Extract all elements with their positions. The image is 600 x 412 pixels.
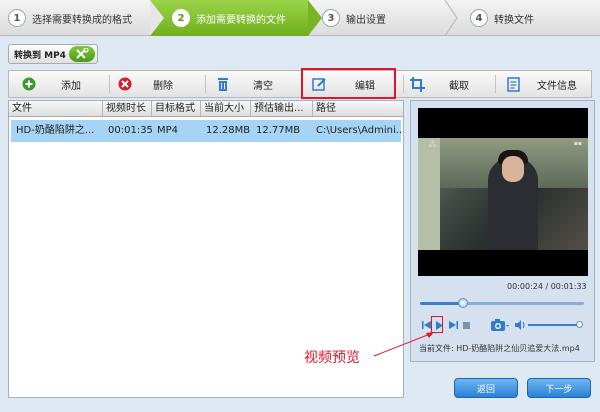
video-screen[interactable]: ⁂ ▪▪ <box>418 108 588 276</box>
video-frame <box>418 138 588 250</box>
step-2-label: 添加需要转换的文件 <box>196 14 286 26</box>
clear-button[interactable]: 清空 <box>215 71 295 97</box>
seek-handle[interactable] <box>457 298 468 308</box>
current-file-label: 当前文件: HD-奶酪陷阱之仙贝追爱大法.mp4 <box>419 344 580 353</box>
clear-label: 清空 <box>253 80 273 92</box>
cell-target-format: MP4 <box>157 125 179 136</box>
cell-duration: 00:01:35 <box>108 125 153 136</box>
step-3[interactable]: 3 输出设置 <box>322 0 442 36</box>
step-chevron-icon <box>150 0 164 36</box>
volume-slider[interactable] <box>528 324 578 326</box>
cell-path: C:\Users\Admini... <box>316 125 401 136</box>
edit-highlight-annotation <box>301 68 396 99</box>
toolbar-divider <box>495 75 496 93</box>
channel-logo: ▪▪ <box>573 140 582 147</box>
volume-handle[interactable] <box>576 321 583 328</box>
column-header-target-format[interactable]: 目标格式 <box>152 101 201 117</box>
column-header-file[interactable]: 文件 <box>9 101 103 117</box>
column-header-duration[interactable]: 视频时长 <box>103 101 152 117</box>
stop-icon[interactable] <box>460 317 472 333</box>
delete-label: 删除 <box>153 80 173 92</box>
column-header-current-size[interactable]: 当前大小 <box>201 101 251 117</box>
next-icon[interactable] <box>447 317 459 333</box>
step-4[interactable]: 4 转换文件 <box>470 0 590 36</box>
step-1[interactable]: 1 选择需要转换成的格式 <box>8 0 148 36</box>
toolbar-divider <box>205 75 206 93</box>
callout-arrow <box>373 332 434 357</box>
cell-file: HD-奶酪陷阱之... <box>16 125 95 136</box>
step-1-label: 选择需要转换成的格式 <box>32 14 132 26</box>
seek-slider[interactable] <box>420 298 584 308</box>
step-4-label: 转换文件 <box>494 14 534 26</box>
column-header-path[interactable]: 路径 <box>313 101 403 117</box>
delete-icon <box>117 76 133 92</box>
cell-current-size: 12.28MB <box>206 125 251 136</box>
wizard-steps: 1 选择需要转换成的格式 2 添加需要转换的文件 3 输出设置 4 转换文件 <box>0 0 600 36</box>
file-info-label: 文件信息 <box>537 80 577 92</box>
step-chevron-icon <box>308 0 322 36</box>
cell-estimated-output: 12.77MB <box>256 125 301 136</box>
crop-button[interactable]: 截取 <box>409 71 489 97</box>
step-1-number: 1 <box>8 9 26 27</box>
file-info-icon <box>505 76 521 92</box>
file-toolbar: 添加 删除 清空 编辑 截取 文件信息 <box>8 70 592 98</box>
step-3-number: 3 <box>322 9 340 27</box>
step-divider-icon <box>444 0 458 36</box>
toolbar-divider <box>109 75 110 93</box>
step-2-number: 2 <box>172 9 190 27</box>
file-info-button[interactable]: 文件信息 <box>505 71 589 97</box>
step-2[interactable]: 2 添加需要转换的文件 <box>150 0 308 36</box>
add-label: 添加 <box>61 80 81 92</box>
delete-button[interactable]: 删除 <box>117 71 197 97</box>
video-preview-annotation: 视频预览 <box>304 350 360 366</box>
playback-controls <box>418 317 588 333</box>
add-icon <box>21 76 37 92</box>
volume-icon[interactable] <box>514 317 526 333</box>
convert-to-format-button[interactable]: 转换到 MP4 <box>8 44 98 64</box>
table-row[interactable]: HD-奶酪陷阱之... 00:01:35 MP4 12.28MB 12.77MB… <box>11 120 401 142</box>
timecode: 00:00:24 / 00:01:33 <box>507 282 587 291</box>
back-button[interactable]: 返回 <box>454 378 518 398</box>
crop-label: 截取 <box>449 80 469 92</box>
table-header: 文件 视频时长 目标格式 当前大小 预估输出... 路径 <box>9 101 403 117</box>
convert-to-label: 转换到 MP4 <box>14 50 66 61</box>
camera-icon[interactable] <box>490 317 510 333</box>
column-header-estimated-output[interactable]: 预估输出... <box>251 101 313 117</box>
trash-icon <box>215 76 231 92</box>
add-button[interactable]: 添加 <box>21 71 101 97</box>
step-3-label: 输出设置 <box>346 14 386 26</box>
next-step-button[interactable]: 下一步 <box>527 378 591 398</box>
step-4-number: 4 <box>470 9 488 27</box>
crop-icon <box>409 76 425 92</box>
video-watermark-logo: ⁂ <box>428 140 437 150</box>
toolbar-divider <box>403 75 404 93</box>
tools-icon[interactable] <box>69 46 95 62</box>
